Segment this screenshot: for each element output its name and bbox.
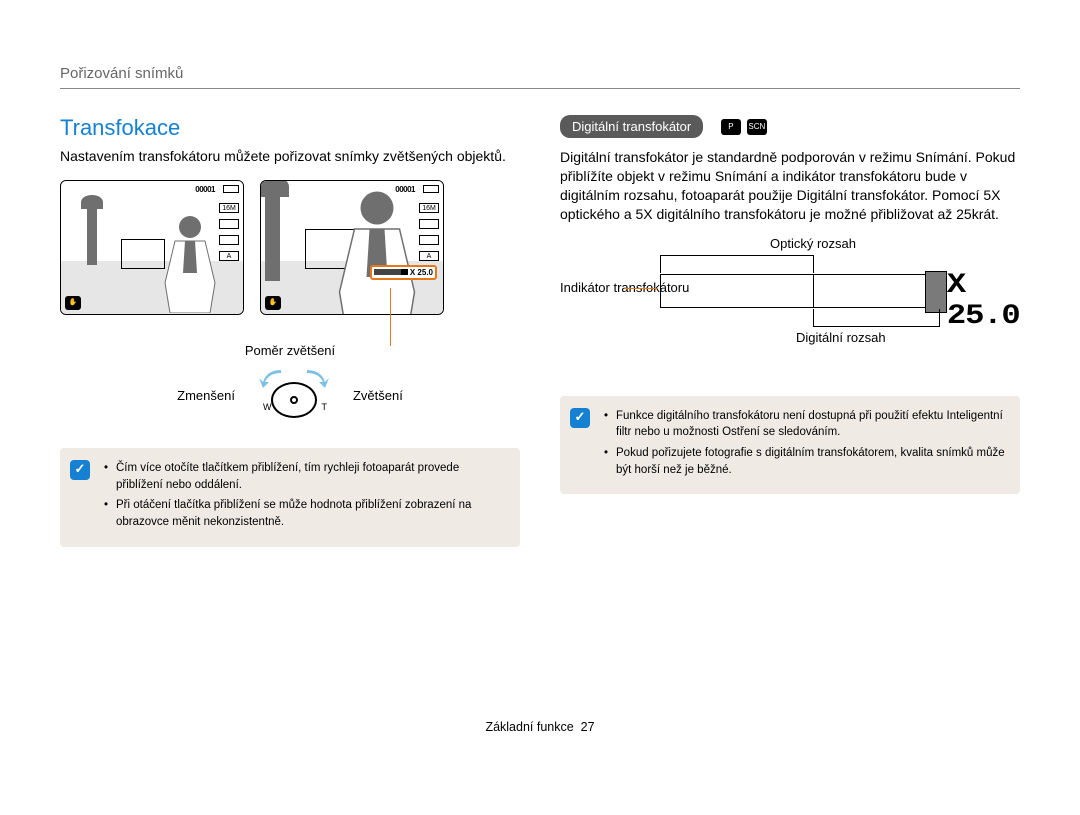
lcd-screenshots: P 00001 16M A ✋ (60, 180, 520, 315)
digital-zoom-paragraph: Digitální transfokátor je standardně pod… (560, 148, 1020, 224)
subject-silhouette (155, 213, 225, 313)
note-item: Funkce digitálního transfokátoru není do… (604, 408, 1006, 441)
mode-scene-icon: SCN (747, 119, 767, 135)
resolution-badge: 16M (219, 203, 239, 213)
stabilizer-icon: ✋ (265, 296, 281, 310)
page-footer: Základní funkce 27 (0, 720, 1080, 734)
battery-icon (223, 185, 239, 193)
note-box-right: ✓ Funkce digitálního transfokátoru není … (560, 396, 1020, 495)
zoom-range-diagram: Optický rozsah Indikátor transfokátoru X… (560, 236, 1020, 376)
label-optical-range: Optický rozsah (770, 236, 856, 251)
stabilizer-icon: ✋ (65, 296, 81, 310)
note-box-left: ✓ Čím více otočíte tlačítkem přiblížení,… (60, 448, 520, 547)
zoom-thumb (925, 271, 947, 313)
intro-text: Nastavením transfokátoru můžete pořizova… (60, 147, 520, 166)
dial-w-label: W (263, 402, 272, 412)
label-digital-range: Digitální rozsah (796, 330, 886, 345)
note-item: Čím více otočíte tlačítkem přiblížení, t… (104, 460, 506, 493)
lcd-preview-zoom: P 00001 16M A ✋ (260, 180, 444, 315)
info-icon: ✓ (70, 460, 90, 480)
section-title: Transfokace (60, 115, 520, 141)
frame-counter: 00001 (195, 185, 215, 194)
note-item: Pokud pořizujete fotografie s digitálním… (604, 445, 1006, 478)
mode-p-icon: P (721, 119, 741, 135)
lcd-preview-wide: P 00001 16M A ✋ (60, 180, 244, 315)
subject-silhouette (315, 187, 439, 315)
zoom-ratio-caption: Poměr zvětšení (60, 343, 520, 358)
label-zoom-in: Zvětšení (353, 388, 403, 403)
subsection-pill: Digitální transfokátor (560, 115, 703, 138)
breadcrumb: Pořizování snímků (60, 65, 1020, 89)
zoom-value-readout: X 25.0 (947, 270, 1025, 332)
note-item: Při otáčení tlačítka přiblížení se může … (104, 497, 506, 530)
dial-t-label: T (321, 402, 327, 412)
zoom-dial-diagram: Zmenšení W T Zvětšení (60, 368, 520, 424)
zoom-ratio-badge: X 25.0 (370, 265, 437, 280)
info-icon: ✓ (570, 408, 590, 428)
label-zoom-out: Zmenšení (177, 388, 235, 403)
